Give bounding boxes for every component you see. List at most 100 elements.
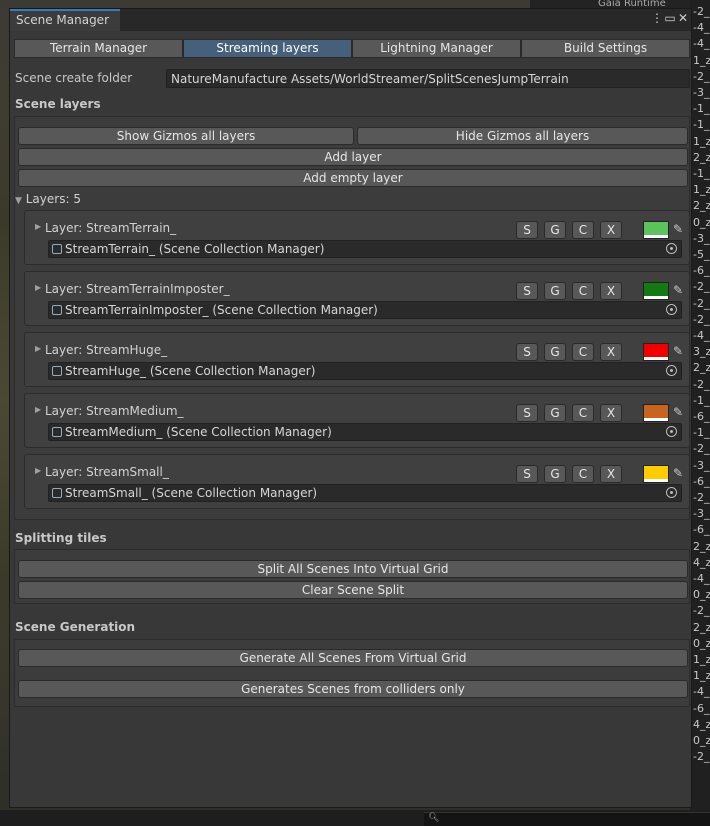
hierarchy-item[interactable]: 2_z [693, 540, 710, 553]
hierarchy-item[interactable]: 2_z [693, 151, 710, 164]
show-gizmos-button[interactable]: Show Gizmos all layers [18, 127, 354, 145]
layer-color-field[interactable] [643, 404, 669, 422]
hierarchy-item[interactable]: 0_z [693, 637, 710, 650]
hierarchy-item[interactable]: -2_ [693, 5, 709, 18]
add-empty-layer-button[interactable]: Add empty layer [18, 169, 688, 187]
object-picker-icon[interactable] [666, 365, 677, 376]
scene-collection-field[interactable]: StreamHuge_ (Scene Collection Manager) [48, 362, 682, 380]
layer-c-button[interactable]: C [572, 465, 594, 483]
layer-s-button[interactable]: S [516, 282, 538, 300]
layer-name[interactable]: Layer: StreamTerrain_ [45, 221, 176, 235]
hierarchy-item[interactable]: 0_z [693, 216, 710, 229]
object-picker-icon[interactable] [666, 487, 677, 498]
maximize-icon[interactable]: ▭ [663, 11, 677, 25]
generate-from-grid-button[interactable]: Generate All Scenes From Virtual Grid [18, 649, 688, 667]
layer-s-button[interactable]: S [516, 343, 538, 361]
layer-color-field[interactable] [643, 282, 669, 300]
layer-x-button[interactable]: X [600, 343, 622, 361]
layer-g-button[interactable]: G [544, 282, 566, 300]
layer-g-button[interactable]: G [544, 343, 566, 361]
hierarchy-item[interactable]: 0_z [693, 734, 710, 747]
tab-lightning-manager[interactable]: Lightning Manager [352, 39, 521, 58]
layer-x-button[interactable]: X [600, 465, 622, 483]
hierarchy-item[interactable]: -4_ [693, 572, 709, 585]
eyedropper-icon[interactable]: ✎ [673, 405, 683, 419]
hierarchy-item[interactable]: -6_ [693, 264, 709, 277]
scene-collection-field[interactable]: StreamTerrainImposter_ (Scene Collection… [48, 301, 682, 319]
eyedropper-icon[interactable]: ✎ [673, 344, 683, 358]
hierarchy-item[interactable]: 1_z [693, 653, 710, 666]
object-picker-icon[interactable] [666, 304, 677, 315]
foldout-collapsed-icon[interactable]: ▶ [35, 344, 41, 353]
foldout-collapsed-icon[interactable]: ▶ [35, 222, 41, 231]
layer-g-button[interactable]: G [544, 404, 566, 422]
scene-collection-field[interactable]: StreamSmall_ (Scene Collection Manager) [48, 484, 682, 502]
foldout-collapsed-icon[interactable]: ▶ [35, 283, 41, 292]
hierarchy-item[interactable]: -3_ [693, 86, 709, 99]
hierarchy-item[interactable]: -2_ [693, 378, 709, 391]
hierarchy-item[interactable]: 1_z [693, 135, 710, 148]
layer-g-button[interactable]: G [544, 221, 566, 239]
eyedropper-icon[interactable]: ✎ [673, 466, 683, 480]
layer-x-button[interactable]: X [600, 221, 622, 239]
foldout-collapsed-icon[interactable]: ▶ [35, 405, 41, 414]
hierarchy-item[interactable]: -1_ [693, 394, 709, 407]
hierarchy-item[interactable]: -1_ [693, 118, 709, 131]
layer-name[interactable]: Layer: StreamMedium_ [45, 404, 184, 418]
layer-color-field[interactable] [643, 221, 669, 239]
layer-color-field[interactable] [643, 465, 669, 483]
hierarchy-item[interactable]: 2_z [693, 361, 710, 374]
layer-g-button[interactable]: G [544, 465, 566, 483]
hierarchy-item[interactable]: -2_ [693, 750, 709, 763]
tab-streaming-layers[interactable]: Streaming layers [183, 39, 352, 58]
hierarchy-item[interactable]: -2_ [693, 604, 709, 617]
layer-x-button[interactable]: X [600, 282, 622, 300]
hierarchy-item[interactable]: -1_ [693, 167, 709, 180]
split-scenes-button[interactable]: Split All Scenes Into Virtual Grid [18, 560, 688, 578]
close-icon[interactable]: ✕ [676, 11, 690, 25]
tab-terrain-manager[interactable]: Terrain Manager [14, 39, 183, 58]
hierarchy-item[interactable]: -4_ [693, 37, 709, 50]
layer-color-field[interactable] [643, 343, 669, 361]
hierarchy-item[interactable]: -3_ [693, 232, 709, 245]
scene-collection-field[interactable]: StreamTerrain_ (Scene Collection Manager… [48, 240, 682, 258]
layer-name[interactable]: Layer: StreamTerrainImposter_ [45, 282, 230, 296]
layer-c-button[interactable]: C [572, 404, 594, 422]
hierarchy-item[interactable]: 1_z [693, 183, 710, 196]
hierarchy-item[interactable]: 4_z [693, 718, 710, 731]
hierarchy-item[interactable]: -6_ [693, 410, 709, 423]
add-layer-button[interactable]: Add layer [18, 148, 688, 166]
hierarchy-item[interactable]: 0_z [693, 588, 710, 601]
hierarchy-item[interactable]: 3_z [693, 345, 710, 358]
hierarchy-item[interactable]: -2_ [693, 280, 709, 293]
hierarchy-item[interactable]: -4_ [693, 685, 709, 698]
hierarchy-item[interactable]: -2_ [693, 70, 709, 83]
scene-folder-field[interactable]: NatureManufacture Assets/WorldStreamer/S… [166, 69, 690, 88]
layer-s-button[interactable]: S [516, 404, 538, 422]
foldout-collapsed-icon[interactable]: ▶ [35, 466, 41, 475]
bottom-search-field[interactable]: 🔍︎ [424, 812, 710, 826]
hierarchy-item[interactable]: -2_ [693, 442, 709, 455]
layer-name[interactable]: Layer: StreamHuge_ [45, 343, 167, 357]
hierarchy-item[interactable]: -1_ [693, 102, 709, 115]
hierarchy-item[interactable]: -3_ [693, 459, 709, 472]
layer-c-button[interactable]: C [572, 221, 594, 239]
eyedropper-icon[interactable]: ✎ [673, 283, 683, 297]
layer-c-button[interactable]: C [572, 343, 594, 361]
hierarchy-item[interactable]: -4_ [693, 21, 709, 34]
clear-scene-split-button[interactable]: Clear Scene Split [18, 581, 688, 599]
hierarchy-item[interactable]: 2_z [693, 621, 710, 634]
hierarchy-item[interactable]: -3_ [693, 507, 709, 520]
hierarchy-item[interactable]: -1_ [693, 426, 709, 439]
hierarchy-item[interactable]: -6_ [693, 702, 709, 715]
hierarchy-item[interactable]: -2_ [693, 491, 709, 504]
object-picker-icon[interactable] [666, 426, 677, 437]
hierarchy-item[interactable]: 1_z [693, 54, 710, 67]
layers-foldout[interactable]: ▼ Layers: 5 [15, 192, 81, 206]
eyedropper-icon[interactable]: ✎ [673, 222, 683, 236]
hierarchy-item[interactable]: -6_ [693, 523, 709, 536]
generate-from-colliders-button[interactable]: Generates Scenes from colliders only [18, 680, 688, 698]
object-picker-icon[interactable] [666, 243, 677, 254]
hide-gizmos-button[interactable]: Hide Gizmos all layers [357, 127, 688, 145]
tab-build-settings[interactable]: Build Settings [521, 39, 690, 58]
